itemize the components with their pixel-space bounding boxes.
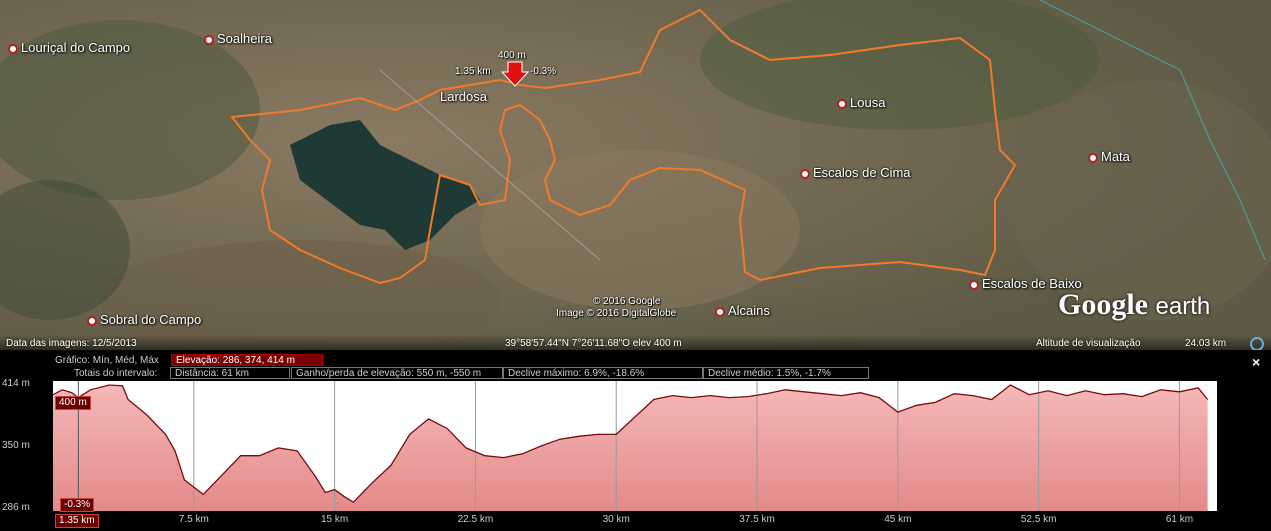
place-label[interactable]: Soalheira (204, 31, 272, 46)
place-name: Louriçal do Campo (21, 40, 131, 55)
graph-label: Gráfico: Mín, Méd, Máx (55, 355, 159, 366)
cursor-coordinates: 39°58'57.44"N 7°26'11.68"O elev 400 m (505, 338, 682, 349)
cursor-elevation-tag: 400 m (55, 396, 91, 410)
gain-loss-box: Ganho/perda de elevação: 550 m, -550 m (291, 367, 503, 379)
place-name: Sobral do Campo (100, 312, 202, 327)
place-label[interactable]: Mata (1088, 149, 1130, 164)
elevation-area (53, 385, 1208, 511)
y-tick-label: 350 m (2, 440, 30, 451)
place-label[interactable]: Lardosa (440, 89, 487, 104)
x-tick-label: 52.5 km (1020, 514, 1057, 525)
x-tick-label: 30 km (602, 514, 630, 525)
place-marker-icon (8, 43, 18, 54)
cursor-slope-tag: -0.3% (60, 498, 95, 512)
place-label[interactable]: Louriçal do Campo (8, 40, 130, 55)
place-marker-icon (800, 168, 810, 179)
max-slope-box: Declive máximo: 6.9%, -18.6% (503, 367, 703, 379)
place-name: Soalheira (217, 31, 272, 46)
x-tick-label: 15 km (320, 514, 349, 525)
x-tick-label: 45 km (884, 514, 912, 525)
marker-elevation: 400 m (498, 50, 526, 61)
place-name: Lousa (850, 95, 886, 110)
place-name: Escalos de Cima (813, 165, 911, 180)
place-marker-icon (969, 279, 979, 290)
place-label[interactable]: Alcains (715, 303, 770, 318)
close-icon[interactable]: × (1252, 354, 1260, 370)
place-name: Alcains (728, 303, 770, 318)
copyright-google: © 2016 Google (593, 296, 661, 307)
place-name: Lardosa (440, 89, 487, 104)
navigation-ring-icon[interactable] (1250, 337, 1264, 350)
y-tick-label: 286 m (2, 502, 30, 513)
google-earth-logo: Google earth (1058, 288, 1211, 321)
image-date: Data das imagens: 12/5/2013 (6, 338, 137, 349)
distance-box: Distância: 61 km (170, 367, 290, 379)
place-marker-icon (87, 315, 97, 326)
interval-totals-label: Totais do intervalo: (74, 368, 158, 379)
cursor-distance-tag: 1.35 km (55, 514, 99, 528)
satellite-map[interactable]: Louriçal do Campo Soalheira Lardosa Lousa Es… (0, 0, 1271, 350)
status-bar: Data das imagens: 12/5/2013 39°58'57.44"… (0, 335, 1271, 350)
place-marker-icon (837, 98, 847, 109)
place-marker-icon (1088, 152, 1098, 163)
x-tick-label: 7.5 km (178, 514, 209, 525)
place-label[interactable]: Lousa (837, 95, 885, 110)
place-marker-icon (204, 34, 214, 45)
marker-slope: -0.3% (530, 66, 557, 77)
avg-slope-box: Declive médio: 1.5%, -1.7% (703, 367, 869, 379)
x-tick-label: 37.5 km (739, 514, 775, 525)
x-tick-label: 61 km (1165, 514, 1194, 525)
place-label[interactable]: Escalos de Cima (800, 165, 911, 180)
place-label[interactable]: Sobral do Campo (87, 312, 201, 327)
copyright-imagery: Image © 2016 DigitalGlobe (556, 308, 677, 319)
marker-distance: 1.35 km (455, 66, 491, 77)
elevation-chart[interactable] (53, 381, 1217, 511)
x-tick-label: 22.5 km (457, 514, 494, 525)
place-marker-icon (715, 306, 725, 317)
eye-altitude-value: 24.03 km (1185, 338, 1227, 349)
place-name: Mata (1101, 149, 1130, 164)
elevation-summary-box[interactable]: Elevação: 286, 374, 414 m (171, 354, 323, 366)
eye-altitude-label: Altitude de visualização (1036, 338, 1141, 349)
y-tick-label: 414 m (2, 378, 30, 389)
